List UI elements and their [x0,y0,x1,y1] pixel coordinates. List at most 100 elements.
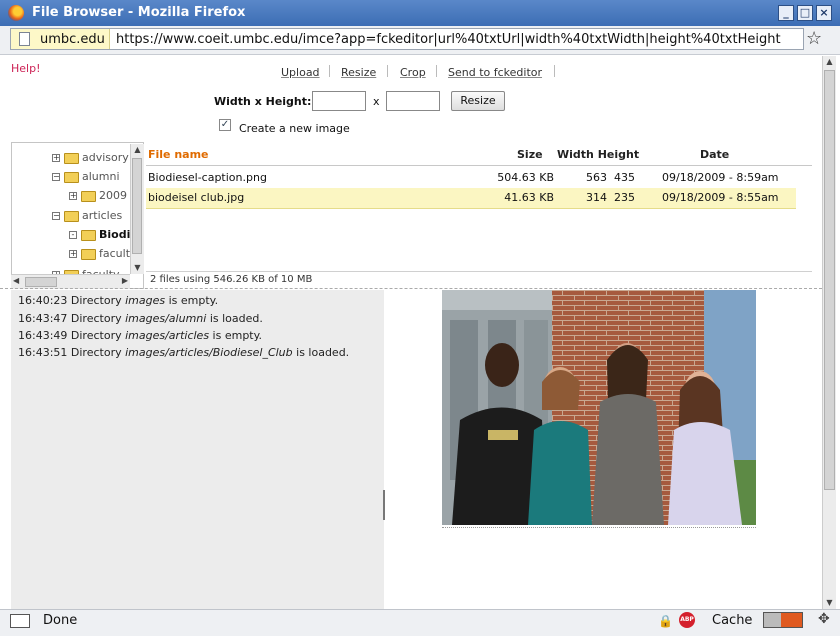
log-dir: images/alumni [125,312,207,325]
divider [146,271,812,272]
height-input[interactable] [386,91,440,111]
folder-icon [81,248,96,260]
column-width-height[interactable]: Width Height [557,148,639,161]
resize-tab[interactable]: Resize [341,66,376,79]
file-name: Biodiesel-caption.png [148,171,267,184]
firefox-icon [8,5,24,21]
minimize-icon[interactable]: _ [778,5,794,21]
table-row[interactable]: Biodiesel-caption.png 504.63 KB 563 435 … [146,168,796,188]
folder-icon [81,190,96,202]
log-text: is empty. [168,294,219,307]
log-dir: images/articles/Biodiesel_Club [125,346,293,359]
log-dir: images [125,294,166,307]
create-new-image-checkbox[interactable]: ✓ [219,119,231,131]
column-size[interactable]: Size [517,148,543,161]
scroll-thumb[interactable] [132,158,142,254]
file-height: 235 [614,191,635,204]
directory-tree: + advisory − alumni +2009 − articles - Biodi… [11,142,144,289]
scroll-up-icon[interactable]: ▲ [823,56,836,68]
tree-item-label: alumni [82,170,120,183]
scroll-right-icon[interactable]: ▶ [122,275,128,287]
bookmark-star-icon[interactable]: ☆ [806,28,822,49]
log-text: is loaded. [296,346,350,359]
scroll-thumb[interactable] [824,70,835,490]
divider [436,65,437,77]
folder-icon [81,229,96,241]
status-text: Done [43,613,78,628]
page-vertical-scrollbar[interactable]: ▲ ▼ [822,56,836,609]
tree-horizontal-scrollbar[interactable]: ◀ ▶ [11,274,130,289]
adblock-icon[interactable]: ABP [679,612,695,628]
expand-icon[interactable]: + [69,192,77,200]
send-to-fckeditor-tab[interactable]: Send to fckeditor [448,66,542,79]
status-panel-icon[interactable] [10,614,30,628]
tree-vertical-scrollbar[interactable]: ▲ ▼ [130,144,144,274]
column-file-name[interactable]: File name [148,148,209,161]
divider [554,65,555,77]
file-size: 504.63 KB [497,171,554,184]
folder-icon [64,171,79,183]
tree-item-advisory[interactable]: + advisory [52,148,129,167]
tree-item-articles[interactable]: − articles [52,206,122,225]
log-text: is loaded. [209,312,263,325]
scroll-left-icon[interactable]: ◀ [13,275,19,287]
log-time: 16:43:47 [18,312,68,325]
window-title: File Browser - Mozilla Firefox [32,5,246,20]
maximize-icon[interactable]: □ [797,5,813,21]
resize-grip-icon[interactable]: ✥ [818,611,830,627]
cache-label: Cache [712,613,753,628]
folder-icon [64,152,79,164]
column-date[interactable]: Date [700,148,729,161]
pane-splitter[interactable] [383,490,385,520]
scroll-down-icon[interactable]: ▼ [823,597,836,609]
log-time: 16:40:23 [18,294,68,307]
log-entry: 16:43:49 Directory images/articles is em… [18,329,262,342]
file-size: 41.63 KB [504,191,554,204]
resize-button[interactable]: Resize [451,91,505,111]
width-input[interactable] [312,91,366,111]
width-height-label: Width x Height: [214,95,312,108]
folder-icon [64,210,79,222]
page-icon [19,32,30,46]
expand-icon[interactable]: + [69,250,77,258]
cache-toggle[interactable] [763,612,803,628]
tree-item-faculty[interactable]: + faculty [69,244,137,263]
divider [329,65,330,77]
preview-photo [442,290,756,525]
close-icon[interactable]: × [816,5,832,21]
image-preview [442,290,756,525]
upload-tab[interactable]: Upload [281,66,320,79]
crop-tab[interactable]: Crop [400,66,426,79]
times-label: x [373,95,380,108]
log-text: is empty. [212,329,263,342]
tree-item-label: advisory [82,151,129,164]
divider [387,65,388,77]
file-date: 09/18/2009 - 8:59am [662,171,779,184]
site-identity-label: umbc.edu [40,32,105,47]
file-height: 435 [614,171,635,184]
scroll-up-icon[interactable]: ▲ [131,144,144,156]
log-time: 16:43:51 [18,346,68,359]
collapse-icon[interactable]: − [52,173,60,181]
log-text: Directory [70,294,122,307]
file-width: 314 [586,191,607,204]
divider [0,288,822,289]
help-link[interactable]: Help! [11,62,41,75]
log-text: Directory [70,346,122,359]
divider [442,527,756,528]
tree-item-2009[interactable]: +2009 [69,186,127,205]
table-row-selected[interactable]: biodeisel club.jpg 41.63 KB 314 235 09/1… [146,188,796,209]
lock-icon[interactable]: 🔒 [658,614,673,628]
file-usage-summary: 2 files using 546.26 KB of 10 MB [150,274,313,285]
tree-item-label: 2009 [99,189,127,202]
collapse-icon[interactable]: - [69,231,77,239]
file-name: biodeisel club.jpg [148,191,245,204]
url-text[interactable]: https://www.coeit.umbc.edu/imce?app=fcke… [116,32,781,47]
scroll-down-icon[interactable]: ▼ [131,262,144,274]
log-entry: 16:40:23 Directory images is empty. [18,294,218,307]
collapse-icon[interactable]: − [52,212,60,220]
tree-item-alumni[interactable]: − alumni [52,167,120,186]
scroll-thumb[interactable] [25,277,57,287]
expand-icon[interactable]: + [52,154,60,162]
log-time: 16:43:49 [18,329,68,342]
